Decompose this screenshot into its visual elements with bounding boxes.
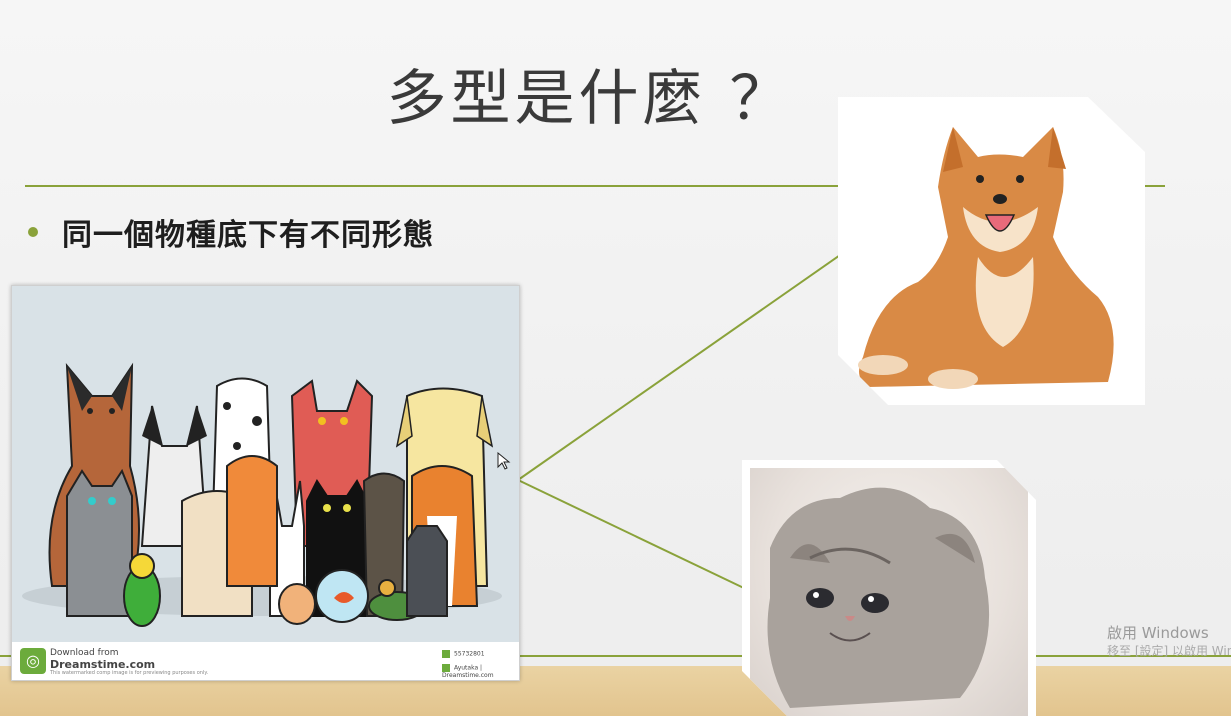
windows-activation-hint: 移至 [設定] 以啟用 Windows — [1107, 644, 1231, 658]
stock-id-text: 55732801 — [454, 650, 485, 658]
animals-illustration — [12, 286, 519, 642]
shiba-dog-illustration — [858, 127, 1114, 389]
kitten-photo — [750, 468, 1028, 716]
animals-picture[interactable]: ◎ Download from Dreamstime.com This wate… — [11, 285, 520, 681]
bullet-dot — [28, 227, 38, 237]
animals-drawing — [22, 362, 502, 627]
connector-line-cat — [517, 479, 749, 591]
stock-brand: Download from Dreamstime.com — [50, 648, 155, 671]
kitten-picture[interactable] — [742, 460, 1036, 716]
windows-activation-title: 啟用 Windows — [1107, 624, 1209, 642]
stock-footer: ◎ Download from Dreamstime.com This wate… — [12, 644, 519, 680]
bullet-text: 同一個物種底下有不同形態 — [62, 218, 434, 253]
user-icon — [442, 664, 450, 672]
stock-brand-top: Download from — [50, 648, 119, 658]
stock-credit: Ayutaka | Dreamstime.com — [442, 664, 519, 679]
shiba-dog-picture[interactable] — [838, 97, 1145, 405]
kitten-illustration — [767, 487, 990, 708]
slide: 多型是什麼 ？ 同一個物種底下有不同形態 ◎ Download from Dre… — [0, 0, 1231, 716]
mouse-cursor-icon — [497, 452, 511, 470]
stock-note: This watermarked comp image is for previ… — [50, 670, 209, 676]
connector-line-dog — [517, 252, 844, 481]
id-icon — [442, 650, 450, 658]
dreamstime-logo-icon: ◎ — [20, 648, 46, 674]
bullet-item: 同一個物種底下有不同形態 — [28, 210, 434, 254]
slide-title: 多型是什麼 ？ — [386, 64, 794, 134]
stock-id: 55732801 — [442, 650, 485, 658]
